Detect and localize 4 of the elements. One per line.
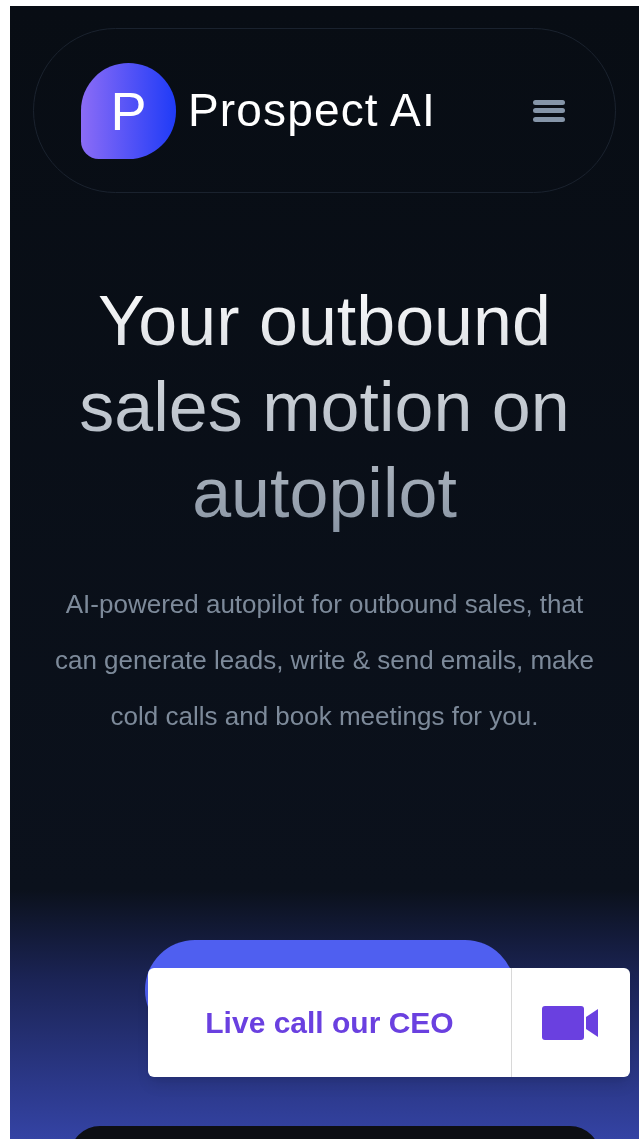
logo-icon[interactable]: P <box>81 62 176 159</box>
live-call-button[interactable]: Live call our CEO <box>148 968 512 1077</box>
brand-name[interactable]: Prospect AI <box>188 76 436 145</box>
hero-description: AI-powered autopilot for outbound sales, that can generate leads, write & send emails, make cold calls and book meetings for you. <box>53 588 596 733</box>
